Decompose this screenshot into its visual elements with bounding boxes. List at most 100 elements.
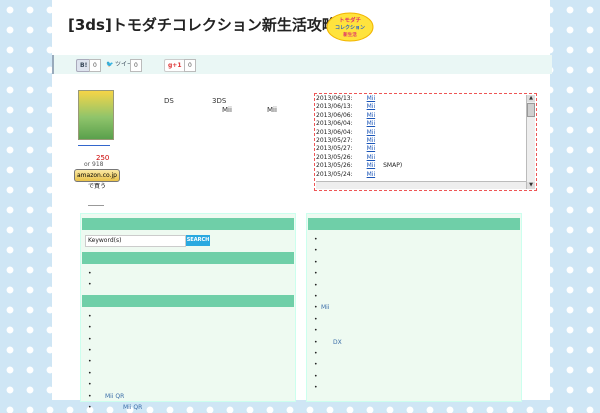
list-item[interactable]: Mii [314,302,521,314]
scrollbar-thumb[interactable] [527,103,535,117]
list-item-label[interactable]: Mii QR [123,402,142,413]
news-list: 2013/06/13: Mii 2013/06/13: Mii 2013/06/06: M… [316,95,524,179]
list-item-label[interactable]: Mii QR [105,391,124,402]
news-date: 2013/05/26: [316,153,353,161]
news-link[interactable]: Mii [367,120,376,127]
news-item: 2013/06/04: Mii [316,129,524,137]
news-date: 2013/05/26: [316,162,353,170]
news-date: 2013/06/04: [316,128,353,136]
list-item[interactable]: Mii QR [88,391,295,403]
list-item[interactable] [314,268,521,280]
list-item[interactable] [314,348,521,360]
section-header [82,294,294,307]
news-item: 2013/06/13: Mii [316,103,524,111]
news-date: 2013/06/06: [316,111,353,119]
news-item: 2013/06/06: Mii [316,112,524,120]
news-feed-box[interactable]: 2013/06/13: Mii 2013/06/13: Mii 2013/06/06: M… [314,93,537,191]
news-link[interactable]: Mii [367,145,376,152]
news-link[interactable]: Mii [367,171,376,178]
list-item-label[interactable]: DX [333,337,342,348]
news-date: 2013/05/24: [316,170,353,178]
news-horizontal-scrollbar[interactable] [316,181,526,189]
twitter-bird-icon: 🐦 [106,61,114,68]
right-link-list: Mii DX [307,234,521,394]
list-item[interactable] [314,359,521,371]
hatena-count: 0 [89,59,101,72]
left-link-list-2: Mii QRMii QR [81,311,295,413]
news-link[interactable]: Mii [367,95,376,102]
google-plus-count: 0 [184,59,196,72]
news-item: 2013/05/26: Mii [316,154,524,162]
left-sidebar: Keyword(s) SEARCH Mii QRMii QR [80,213,296,413]
logo-line2: コレクション [335,24,365,31]
site-title[interactable]: [3ds]トモダチコレクション新生活攻略広場 [68,14,367,35]
product-price-sub: or 918 [84,161,104,168]
list-item[interactable] [314,291,521,303]
left-link-list-1 [81,268,295,291]
intro-text-ds: DS [164,97,174,105]
news-tail: SMAP) [383,162,403,170]
page-container: [3ds]トモダチコレクション新生活攻略広場 トモダチ コレクション 新生活 B… [52,0,552,413]
list-item[interactable] [88,268,295,280]
intro-text-mii-2: Mii [267,106,277,114]
search-button[interactable]: SEARCH [186,235,210,246]
list-item[interactable] [314,245,521,257]
list-item[interactable] [314,257,521,269]
list-item[interactable] [314,371,521,383]
tweet-count: 0 [130,59,142,72]
list-item[interactable] [88,379,295,391]
list-item[interactable] [88,334,295,346]
divider [88,205,104,206]
section-header [82,218,294,230]
logo-line1: トモダチ [339,16,362,24]
list-item[interactable] [314,325,521,337]
google-plus-button[interactable]: g+1 [164,59,186,72]
scroll-up-icon[interactable]: ▲ [527,95,535,102]
list-item[interactable] [314,280,521,292]
news-item: 2013/06/04: Mii [316,120,524,128]
news-date: 2013/05/27: [316,136,353,144]
list-item[interactable] [314,382,521,394]
news-item: 2013/05/27: Mii [316,137,524,145]
logo-line3: 新生活 [343,31,357,38]
news-date: 2013/06/04: [316,120,353,128]
share-bar: B! 0 🐦 ツイート 0 g+1 0 [52,55,552,74]
search-input[interactable]: Keyword(s) [85,235,186,247]
news-link[interactable]: Mii [367,162,376,169]
list-item[interactable] [88,279,295,291]
product-cover-image[interactable] [78,90,114,140]
section-header [82,252,294,264]
list-item[interactable]: DX [314,337,521,349]
news-vertical-scrollbar[interactable]: ▲ ▼ [526,95,535,189]
scroll-down-icon[interactable]: ▼ [527,182,535,189]
list-item[interactable] [88,345,295,357]
list-item[interactable] [314,314,521,326]
news-date: 2013/06/13: [316,95,353,102]
list-item[interactable] [88,356,295,368]
list-item[interactable]: Mii QR [88,402,295,413]
news-link[interactable]: Mii [367,112,376,119]
news-item: 2013/06/13: Mii [316,95,524,103]
product-link-underline[interactable] [78,145,110,146]
news-date: 2013/05/27: [316,145,353,153]
list-item[interactable] [88,322,295,334]
list-item[interactable] [314,234,521,246]
intro-text-3ds: 3DS [212,97,227,105]
list-item[interactable] [88,311,295,323]
site-logo[interactable]: トモダチ コレクション 新生活 [326,12,374,42]
news-link[interactable]: Mii [367,103,376,110]
news-item: 2013/05/26: Mii SMAP) [316,162,524,170]
news-date: 2013/06/13: [316,103,353,111]
news-item: 2013/05/27: Mii [316,145,524,153]
amazon-buy-button[interactable]: amazon.co.jp で買う [74,169,120,190]
intro-text-mii-1: Mii [222,106,232,114]
news-link[interactable]: Mii [367,154,376,161]
right-sidebar: Mii DX [306,213,522,402]
news-link[interactable]: Mii [367,129,376,136]
search-form: Keyword(s) SEARCH [85,234,291,248]
news-link[interactable]: Mii [367,137,376,144]
section-header [308,218,520,230]
list-item[interactable] [88,368,295,380]
list-item-label[interactable]: Mii [321,302,330,313]
news-item: 2013/05/24: Mii [316,171,524,179]
